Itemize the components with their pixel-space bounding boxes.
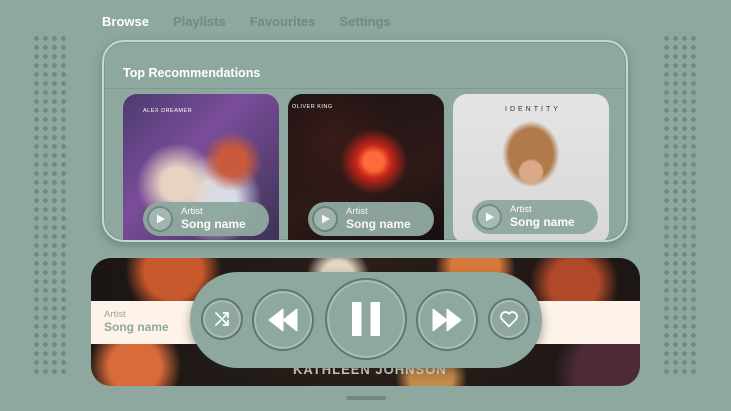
fast-forward-icon [432, 309, 462, 331]
play-icon [156, 214, 165, 224]
heart-icon [500, 311, 518, 328]
panel-divider [104, 88, 626, 89]
tab-favourites[interactable]: Favourites [250, 14, 316, 29]
album-art-caption: ALEX DREAMER [143, 108, 193, 114]
speaker-grille-left [32, 34, 70, 374]
play-button[interactable] [312, 206, 338, 232]
card-song: Song name [510, 214, 575, 229]
play-icon [485, 212, 494, 222]
shuffle-button[interactable] [201, 298, 243, 340]
favourite-button[interactable] [488, 298, 530, 340]
recommendation-card[interactable]: ALEX DREAMER Artist Song name [123, 94, 279, 240]
play-button[interactable] [476, 204, 502, 230]
recommendation-card[interactable]: IDENTITY Artist Song name [453, 94, 609, 240]
tab-settings[interactable]: Settings [339, 14, 390, 29]
fast-forward-button[interactable] [416, 289, 478, 351]
recommendations-title: Top Recommendations [123, 66, 261, 80]
tab-browse[interactable]: Browse [102, 14, 149, 29]
recommendation-card[interactable]: OLIVER KING Artist Song name [288, 94, 444, 240]
album-art-caption: IDENTITY [505, 106, 561, 113]
tab-playlists[interactable]: Playlists [173, 14, 226, 29]
speaker-grille-right [662, 34, 700, 374]
now-playing-song: Song name [104, 319, 169, 334]
pause-icon [352, 302, 380, 336]
play-button[interactable] [147, 206, 173, 232]
rewind-button[interactable] [252, 289, 314, 351]
home-indicator[interactable] [346, 396, 386, 400]
playback-controls [190, 272, 542, 368]
card-song: Song name [346, 216, 411, 231]
song-pill: Artist Song name [308, 202, 434, 236]
card-song: Song name [181, 216, 246, 231]
song-pill: Artist Song name [143, 202, 269, 236]
shuffle-icon [215, 312, 229, 326]
top-tabs: Browse Playlists Favourites Settings [102, 14, 391, 29]
rewind-icon [268, 309, 298, 331]
album-art-caption: OLIVER KING [292, 104, 333, 110]
pause-button[interactable] [325, 278, 407, 360]
now-playing-info: Artist Song name [104, 309, 169, 335]
song-pill: Artist Song name [472, 200, 598, 234]
play-icon [321, 214, 330, 224]
recommendations-panel: Top Recommendations ALEX DREAMER Artist … [102, 40, 628, 242]
